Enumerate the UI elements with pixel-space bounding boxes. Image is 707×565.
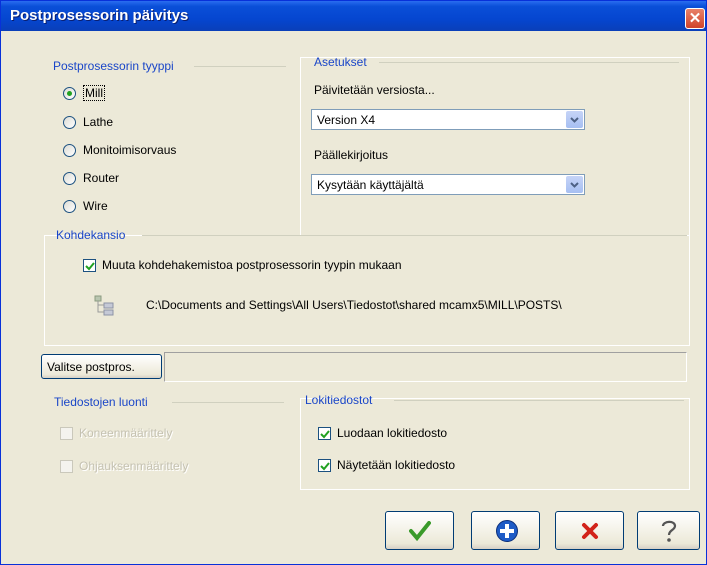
- help-button[interactable]: [637, 511, 700, 550]
- show-log-label: Näytetään lokitiedosto: [337, 458, 456, 472]
- machine-definition-label: Koneenmäärittely: [79, 426, 173, 440]
- overwrite-select[interactable]: Kysytään käyttäjältä: [311, 174, 585, 195]
- cancel-icon: [582, 523, 598, 539]
- radio-button[interactable]: [63, 200, 76, 213]
- folder-tree-icon: [94, 295, 114, 316]
- group-divider: [142, 235, 687, 236]
- select-post-button[interactable]: Valitse postpros.: [41, 354, 162, 379]
- window-title: Postprosessorin päivitys: [10, 7, 189, 24]
- dialog-body: Postprosessorin tyyppi Mill Lathe Monito…: [4, 32, 705, 563]
- machine-definition-checkbox[interactable]: [60, 427, 73, 440]
- plus-icon: [496, 520, 518, 542]
- radio-monitoimisorvaus-label: Monitoimisorvaus: [83, 143, 177, 157]
- checkmark-icon: [409, 521, 431, 541]
- ok-button[interactable]: [385, 511, 454, 550]
- title-bar[interactable]: Postprosessorin päivitys ✕: [1, 1, 706, 31]
- change-target-dir-checkbox[interactable]: [83, 259, 96, 272]
- control-definition-checkbox[interactable]: [60, 460, 73, 473]
- radio-router-label: Router: [83, 171, 120, 185]
- radio-wire-label: Wire: [83, 199, 108, 213]
- version-select[interactable]: Version X4: [311, 109, 585, 130]
- group-divider: [379, 62, 679, 63]
- create-log-label: Luodaan lokitiedosto: [337, 426, 448, 440]
- radio-lathe-label: Lathe: [83, 115, 114, 129]
- cancel-button[interactable]: [555, 511, 624, 550]
- add-button[interactable]: [471, 511, 540, 550]
- change-target-dir-label: Muuta kohdehakemistoa postprosessorin ty…: [102, 258, 402, 272]
- create-log-checkbox[interactable]: [318, 427, 331, 440]
- radio-button[interactable]: [63, 87, 76, 100]
- log-files-panel: [300, 398, 690, 490]
- version-select-dropdown-button[interactable]: [566, 111, 583, 128]
- radio-button[interactable]: [63, 172, 76, 185]
- group-divider: [394, 400, 684, 401]
- help-icon: [661, 520, 677, 542]
- settings-group-title: Asetukset: [314, 55, 367, 69]
- overwrite-select-dropdown-button[interactable]: [566, 176, 583, 193]
- file-creation-group-title: Tiedostojen luonti: [54, 395, 148, 409]
- chevron-down-icon: [570, 182, 579, 188]
- chevron-down-icon: [570, 117, 579, 123]
- close-icon: ✕: [688, 10, 702, 27]
- group-divider: [194, 66, 286, 67]
- radio-button[interactable]: [63, 144, 76, 157]
- selected-post-field[interactable]: [164, 352, 687, 382]
- radio-mill-label: Mill: [83, 85, 105, 101]
- checkmark-icon: [320, 430, 330, 439]
- dialog-window: Postprosessorin päivitys ✕ Postprosessor…: [0, 0, 707, 565]
- checkmark-icon: [85, 262, 95, 271]
- log-files-group-title: Lokitiedostot: [305, 393, 373, 407]
- close-button[interactable]: ✕: [685, 8, 705, 29]
- select-post-button-label: Valitse postpros.: [47, 360, 135, 374]
- radio-selected-dot: [67, 91, 72, 96]
- group-divider: [172, 402, 284, 403]
- show-log-checkbox[interactable]: [318, 459, 331, 472]
- target-path-text: C:\Documents and Settings\All Users\Tied…: [146, 298, 562, 312]
- target-folder-panel: [44, 235, 690, 346]
- overwrite-select-value: Kysytään käyttäjältä: [317, 178, 424, 192]
- target-folder-group-title: Kohdekansio: [56, 228, 126, 242]
- overwrite-label: Päällekirjoitus: [314, 148, 389, 162]
- post-type-group-title: Postprosessorin tyyppi: [53, 59, 174, 73]
- control-definition-label: Ohjauksenmäärittely: [79, 459, 189, 473]
- version-select-value: Version X4: [317, 113, 376, 127]
- radio-button[interactable]: [63, 116, 76, 129]
- version-label: Päivitetään versiosta...: [314, 83, 435, 97]
- checkmark-icon: [320, 462, 330, 471]
